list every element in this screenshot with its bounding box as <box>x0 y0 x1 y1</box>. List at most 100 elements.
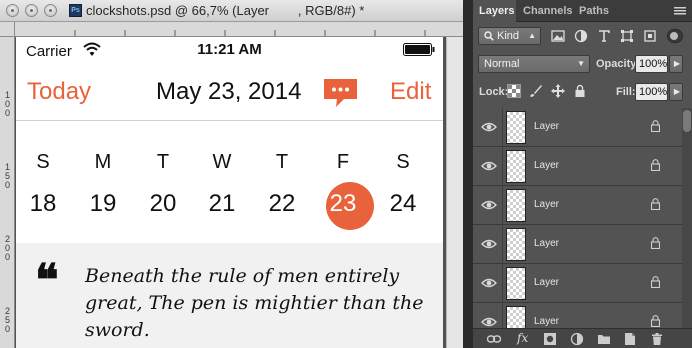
layer-thumbnail[interactable] <box>506 267 526 300</box>
eye-visibility-icon[interactable] <box>481 198 497 212</box>
day-number[interactable]: 18 <box>20 190 66 218</box>
layer-name[interactable]: Layer <box>534 316 559 327</box>
minimize-window-button[interactable] <box>25 4 38 17</box>
tab-layers[interactable]: Layers <box>473 0 516 22</box>
ruler-origin[interactable] <box>0 22 15 37</box>
layer-filter-select[interactable]: Kind ▲ <box>478 27 541 45</box>
layer-lock-icon <box>651 198 660 210</box>
fill-label: Fill: <box>616 86 636 98</box>
title-bar[interactable]: Ps clockshots.psd @ 66,7% (Layer , RGB/8… <box>0 0 463 22</box>
photoshop-workspace: Ps clockshots.psd @ 66,7% (Layer , RGB/8… <box>0 0 692 348</box>
nav-date-title: May 23, 2014 <box>156 78 302 105</box>
layer-thumbnail[interactable] <box>506 189 526 222</box>
layer-lock-icon <box>651 159 660 171</box>
eye-visibility-icon[interactable] <box>481 237 497 251</box>
layer-name[interactable]: Layer <box>534 160 559 171</box>
layer-row[interactable]: Layer <box>473 108 682 147</box>
layer-thumbnail[interactable] <box>506 111 526 144</box>
adjustment-filter-icon[interactable] <box>574 29 588 43</box>
lock-transparent-pixels-icon[interactable] <box>507 84 521 98</box>
layer-lock-icon <box>651 276 660 288</box>
blend-mode-select[interactable]: Normal ▼ <box>478 55 590 73</box>
lock-image-pixels-icon[interactable] <box>529 84 543 98</box>
new-group-icon[interactable] <box>597 332 611 346</box>
layer-row[interactable]: Layer <box>473 225 682 264</box>
today-button[interactable]: Today <box>27 78 91 106</box>
fx-icon[interactable]: fx <box>517 331 528 345</box>
document-window: Ps clockshots.psd @ 66,7% (Layer , RGB/8… <box>0 0 463 348</box>
lock-position-icon[interactable] <box>551 84 565 98</box>
weekday-label: W <box>212 151 232 173</box>
trash-icon[interactable] <box>650 332 664 346</box>
document-scrollbar[interactable] <box>446 37 463 348</box>
week-strip: S 18 M 19 T 20 W 21 T 22 F 23 S 24 <box>16 121 443 243</box>
link-layers-icon[interactable] <box>487 332 501 346</box>
vertical-ruler[interactable]: 100150200250 <box>0 22 15 348</box>
layers-scrollbar[interactable] <box>682 108 692 328</box>
panel-menu-icon[interactable] <box>674 7 686 15</box>
lock-label: Lock: <box>479 86 509 98</box>
layer-separator <box>502 264 503 303</box>
close-window-button[interactable] <box>6 4 19 17</box>
panel-divider[interactable] <box>463 0 473 348</box>
layer-name[interactable]: Layer <box>534 121 559 132</box>
layers-scroll-thumb[interactable] <box>683 110 691 132</box>
type-filter-icon[interactable] <box>597 29 611 43</box>
opacity-value: 100% <box>639 58 668 70</box>
filter-toggle[interactable] <box>667 29 683 43</box>
add-mask-icon[interactable] <box>543 332 557 346</box>
day-number[interactable]: 20 <box>140 190 186 218</box>
eye-visibility-icon[interactable] <box>481 120 497 134</box>
fill-slider-button[interactable]: ▶ <box>669 83 683 101</box>
image-filter-icon[interactable] <box>551 29 565 43</box>
eye-visibility-icon[interactable] <box>481 276 497 290</box>
layer-thumbnail[interactable] <box>506 228 526 261</box>
eye-visibility-icon[interactable] <box>481 315 497 329</box>
new-layer-icon[interactable] <box>623 332 637 346</box>
ruler-tick-label: 0 <box>4 108 10 118</box>
chevron-updown-icon: ▲ <box>528 31 536 40</box>
tab-channels[interactable]: Channels <box>517 0 579 22</box>
layer-thumbnail[interactable] <box>506 150 526 183</box>
ruler-ticks-icon <box>74 30 426 36</box>
chevron-down-icon: ▼ <box>577 59 585 68</box>
layer-name[interactable]: Layer <box>534 199 559 210</box>
opacity-field[interactable]: 100% <box>635 55 668 73</box>
shape-filter-icon[interactable] <box>620 29 634 43</box>
filter-toggle-knob <box>670 32 678 40</box>
layer-name[interactable]: Layer <box>534 277 559 288</box>
eye-visibility-icon[interactable] <box>481 159 497 173</box>
panel-tabs: Layers Channels Paths <box>473 0 692 22</box>
weekday-label: M <box>94 151 112 173</box>
layer-row[interactable]: Layer <box>473 186 682 225</box>
zoom-window-button[interactable] <box>44 4 57 17</box>
day-number[interactable]: 22 <box>259 190 305 218</box>
selected-day-number[interactable]: 23 <box>320 190 366 218</box>
layer-row[interactable]: Layer <box>473 264 682 303</box>
fill-value: 100% <box>639 86 668 98</box>
layer-separator <box>502 225 503 264</box>
day-number[interactable]: 24 <box>380 190 426 218</box>
layer-row[interactable]: Layer <box>473 147 682 186</box>
day-number[interactable]: 19 <box>80 190 126 218</box>
weekday-label: T <box>156 151 170 173</box>
fill-field[interactable]: 100% <box>635 83 668 101</box>
opacity-label: Opacity: <box>596 58 641 70</box>
weekday-label: T <box>275 151 289 173</box>
edit-button[interactable]: Edit <box>390 78 431 106</box>
layer-name[interactable]: Layer <box>534 238 559 249</box>
day-number[interactable]: 21 <box>199 190 245 218</box>
opacity-slider-button[interactable]: ▶ <box>669 55 683 73</box>
speech-bubble-icon[interactable] <box>322 77 359 108</box>
smart-object-filter-icon[interactable] <box>643 29 657 43</box>
status-time: 11:21 AM <box>197 41 262 58</box>
layers-list: Layer Layer Layer Layer Layer Layer <box>473 108 682 342</box>
new-adjustment-layer-icon[interactable] <box>570 332 584 346</box>
weekday-label: S <box>36 151 50 173</box>
battery-icon <box>403 43 435 56</box>
horizontal-ruler[interactable] <box>15 22 463 37</box>
tab-paths[interactable]: Paths <box>573 0 615 22</box>
chevron-right-icon: ▶ <box>673 59 680 68</box>
ruler-tick-label: 0 <box>4 252 10 262</box>
lock-all-icon[interactable] <box>573 84 587 98</box>
